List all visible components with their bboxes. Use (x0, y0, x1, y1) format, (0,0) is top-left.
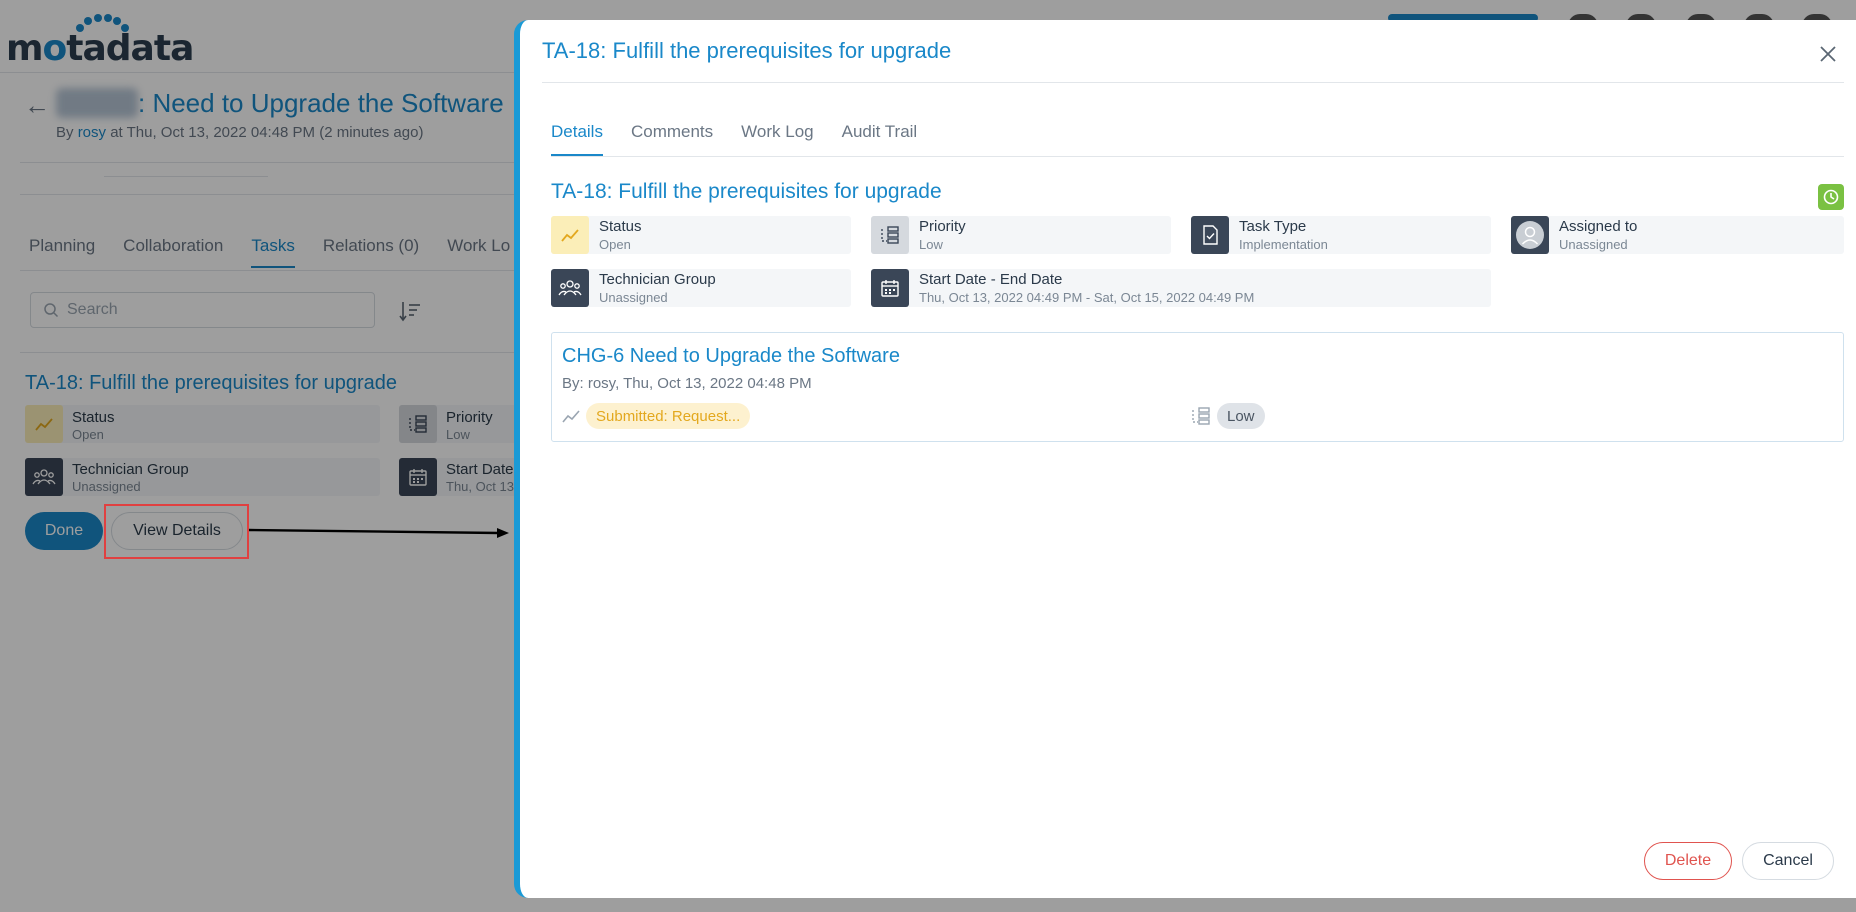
status-trend-icon (551, 216, 589, 254)
task-type-value: Implementation (1239, 237, 1328, 252)
technician-group-label: Technician Group (599, 271, 716, 288)
priority-icon (871, 216, 909, 254)
priority-field[interactable]: Priority Low (871, 216, 1171, 254)
status-trend-icon (562, 410, 580, 423)
assigned-to-value: Unassigned (1559, 237, 1628, 252)
priority-label: Priority (919, 218, 966, 235)
tab-comments[interactable]: Comments (631, 122, 713, 156)
tab-details[interactable]: Details (551, 122, 603, 156)
reference-title-link[interactable]: CHG-6 Need to Upgrade the Software (562, 345, 900, 368)
assigned-to-label: Assigned to (1559, 218, 1638, 235)
avatar-icon (1511, 216, 1549, 254)
reference-byline: By: rosy, Thu, Oct 13, 2022 04:48 PM (562, 375, 812, 392)
task-document-icon (1191, 216, 1229, 254)
reference-change-card: CHG-6 Need to Upgrade the Software By: r… (551, 332, 1844, 442)
priority-badge: Low (1217, 403, 1265, 429)
task-type-label: Task Type (1239, 218, 1307, 235)
cancel-button[interactable]: Cancel (1742, 842, 1834, 880)
date-range-value: Thu, Oct 13, 2022 04:49 PM - Sat, Oct 15… (919, 290, 1255, 305)
drawer-title: TA-18: Fulfill the prerequisites for upg… (542, 38, 952, 63)
annotation-arrow (249, 528, 509, 538)
group-icon (551, 269, 589, 307)
status-badge: Submitted: Request... (586, 403, 751, 429)
status-value: Open (599, 237, 631, 252)
priority-icon (1192, 407, 1210, 425)
priority-value: Low (919, 237, 943, 252)
technician-group-value: Unassigned (599, 290, 668, 305)
status-field[interactable]: Status Open (551, 216, 851, 254)
task-type-field[interactable]: Task Type Implementation (1191, 216, 1491, 254)
close-icon[interactable] (1814, 40, 1842, 68)
task-title: TA-18: Fulfill the prerequisites for upg… (551, 180, 942, 203)
date-range-field[interactable]: Start Date - End Date Thu, Oct 13, 2022 … (871, 269, 1491, 307)
tab-work-log[interactable]: Work Log (741, 122, 813, 156)
date-range-label: Start Date - End Date (919, 271, 1063, 288)
calendar-icon (871, 269, 909, 307)
highlight-box (104, 504, 249, 559)
status-label: Status (599, 218, 642, 235)
drawer-tabs: Details Comments Work Log Audit Trail (551, 122, 917, 156)
clock-icon[interactable] (1818, 184, 1844, 210)
assigned-to-field[interactable]: Assigned to Unassigned (1511, 216, 1844, 254)
tab-audit-trail[interactable]: Audit Trail (842, 122, 918, 156)
delete-button[interactable]: Delete (1644, 842, 1732, 880)
technician-group-field[interactable]: Technician Group Unassigned (551, 269, 851, 307)
task-details-drawer: TA-18: Fulfill the prerequisites for upg… (514, 20, 1856, 898)
